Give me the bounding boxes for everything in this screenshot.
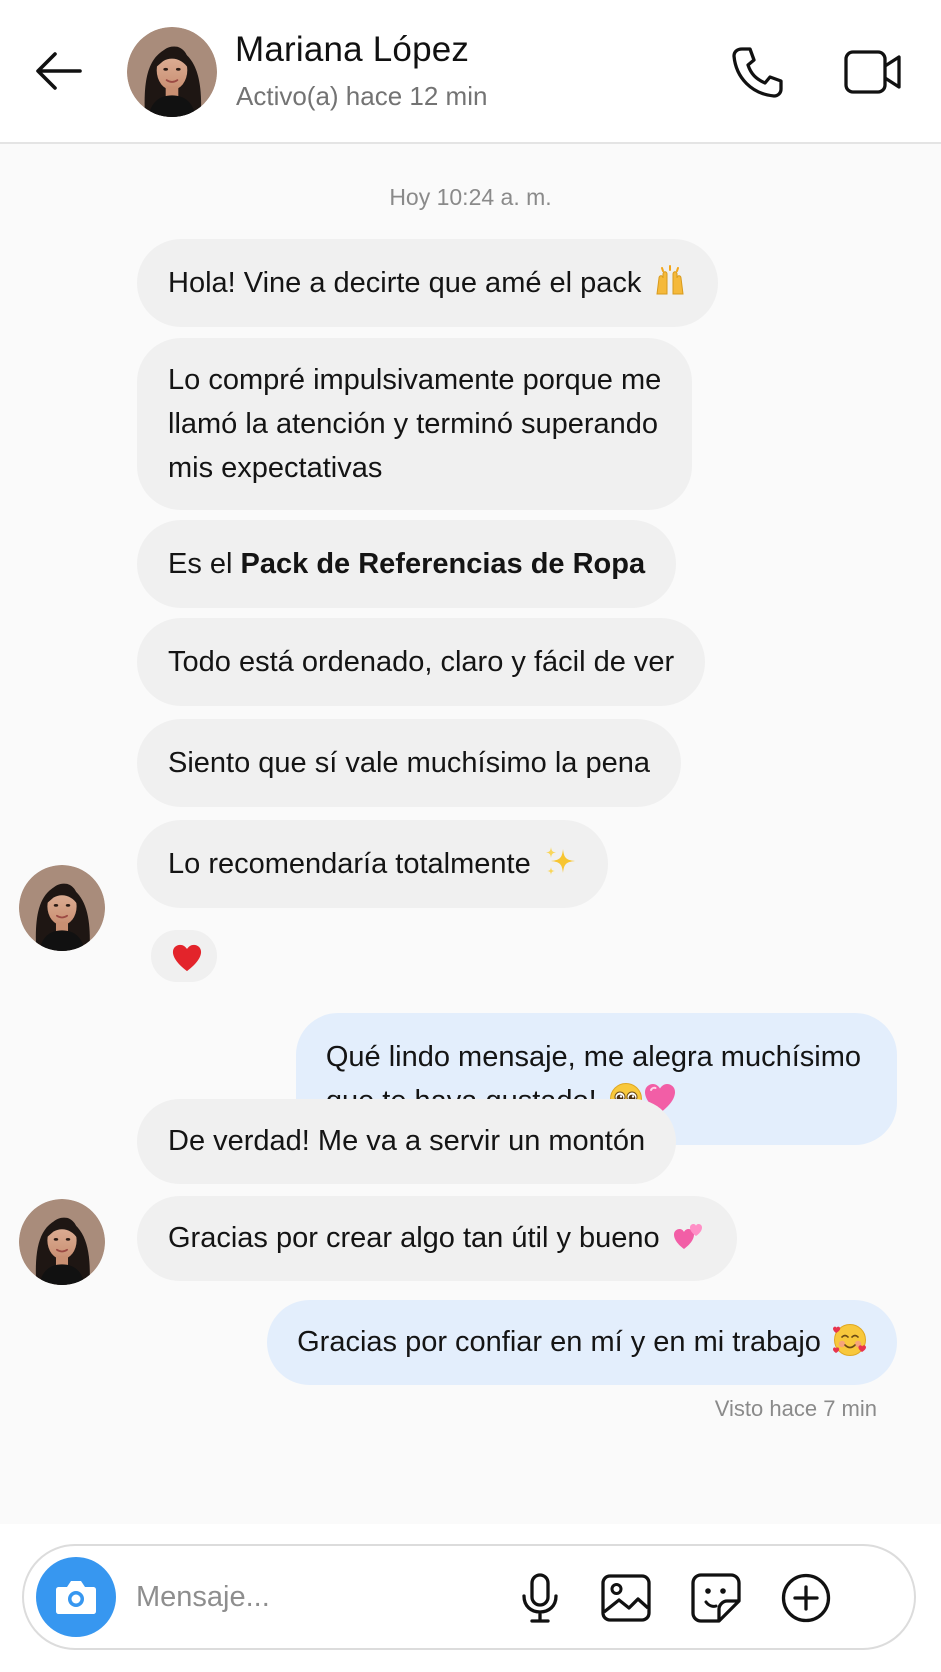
message-text-line: mis expectativas (168, 452, 383, 484)
chat-header: Mariana López Activo(a) hace 12 min (0, 0, 941, 144)
contact-name[interactable]: Mariana López (235, 30, 469, 70)
smiling-face-with-hearts-emoji (833, 1323, 867, 1357)
incoming-message[interactable]: Lo compré impulsivamente porque me llamó… (137, 338, 693, 510)
message-text-bold: Pack de Referencias de Ropa (240, 548, 646, 580)
sticker-icon (691, 1573, 741, 1623)
message-text: Todo está ordenado, claro y fácil de ver (168, 646, 675, 678)
raising-hands-emoji (653, 264, 688, 298)
sparkles-emoji (545, 847, 575, 875)
message-text: Gracias por crear algo tan útil y bueno (168, 1222, 660, 1254)
sender-avatar[interactable] (19, 865, 105, 951)
message-text: Lo recomendaría totalmente (168, 848, 531, 880)
more-options-button[interactable] (778, 1570, 834, 1626)
call-button[interactable] (728, 43, 786, 101)
incoming-message[interactable]: Lo recomendaría totalmente (137, 820, 608, 908)
composer-bar (0, 1524, 941, 1672)
chat-screen: Mariana López Activo(a) hace 12 min Hoy … (0, 0, 941, 1672)
camera-icon (56, 1581, 96, 1614)
heart-emoji (172, 944, 202, 972)
contact-status: Activo(a) hace 12 min (236, 81, 488, 111)
back-button[interactable] (30, 42, 88, 100)
incoming-message[interactable]: Todo está ordenado, claro y fácil de ver (137, 618, 706, 706)
microphone-icon (522, 1573, 558, 1623)
image-icon (601, 1574, 651, 1622)
plus-circle-icon (781, 1573, 831, 1623)
message-thread[interactable]: Hoy 10:24 a. m. Hola! Vine a decirte que… (0, 144, 941, 1524)
two-hearts-emoji (673, 1224, 702, 1249)
sender-avatar[interactable] (19, 1199, 105, 1285)
message-text: Siento que sí vale muchísimo la pena (168, 747, 650, 779)
voice-message-button[interactable] (512, 1570, 568, 1626)
conversation-timestamp: Hoy 10:24 a. m. (389, 184, 552, 210)
incoming-message[interactable]: Siento que sí vale muchísimo la pena (137, 719, 681, 807)
message-text: Gracias por confiar en mí y en mi trabaj… (297, 1326, 821, 1358)
message-input[interactable] (136, 1572, 536, 1622)
seen-status: Visto hace 7 min (714, 1396, 877, 1421)
message-reaction[interactable] (148, 927, 220, 985)
message-text: Es el (168, 548, 241, 580)
gallery-button[interactable] (598, 1570, 654, 1626)
camera-button[interactable] (36, 1557, 116, 1637)
phone-icon (732, 47, 783, 98)
incoming-message[interactable]: Es el Pack de Referencias de Ropa (137, 520, 677, 608)
arrow-left-icon (36, 52, 82, 90)
message-text-line: Lo compré impulsivamente porque me (168, 364, 662, 396)
message-text: De verdad! Me va a servir un montón (168, 1125, 646, 1157)
outgoing-message[interactable]: Gracias por confiar en mí y en mi trabaj… (267, 1300, 897, 1385)
message-text-line: llamó la atención y terminó superando (168, 408, 659, 440)
message-text: Hola! Vine a decirte que amé el pack (168, 267, 642, 299)
video-camera-icon (844, 50, 901, 94)
message-composer (22, 1544, 916, 1650)
sticker-button[interactable] (688, 1570, 744, 1626)
video-call-button[interactable] (843, 44, 903, 100)
contact-avatar[interactable] (127, 27, 217, 117)
incoming-message[interactable]: De verdad! Me va a servir un montón (137, 1099, 677, 1184)
incoming-message[interactable]: Hola! Vine a decirte que amé el pack (137, 239, 719, 327)
message-text-line: Qué lindo mensaje, me alegra muchísimo (325, 1041, 861, 1073)
incoming-message[interactable]: Gracias por crear algo tan útil y bueno (137, 1196, 737, 1281)
